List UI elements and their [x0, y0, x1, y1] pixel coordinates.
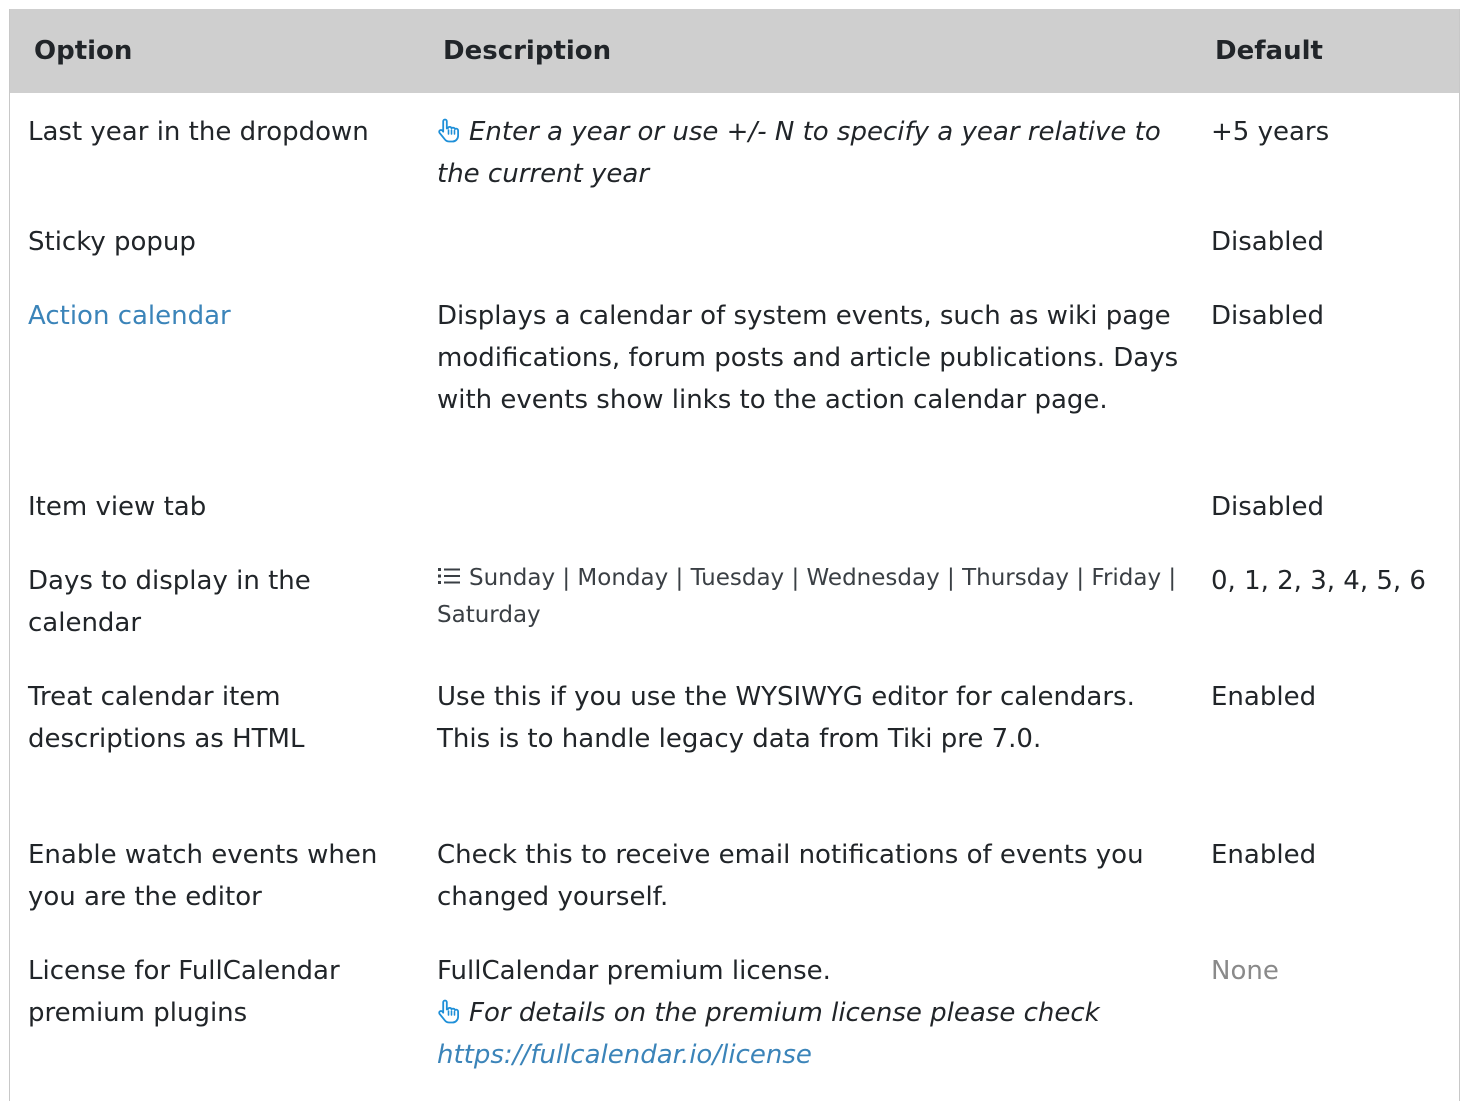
- table-row: Enable watch events when you are the edi…: [10, 830, 1459, 946]
- description-text: FullCalendar premium license.: [437, 956, 831, 986]
- action-calendar-link[interactable]: Action calendar: [28, 301, 231, 331]
- hint-text: Enter a year or use +/- N to specify a y…: [437, 117, 1161, 189]
- column-header-default[interactable]: Default: [1194, 9, 1459, 93]
- table-row: Sticky popup Disabled: [10, 208, 1459, 282]
- days-list: Sunday | Monday | Tuesday | Wednesday | …: [437, 565, 1177, 628]
- option-name: Treat calendar item descriptions as HTML: [28, 682, 305, 754]
- option-name: Enable watch events when you are the edi…: [28, 840, 378, 912]
- default-value: None: [1211, 956, 1279, 986]
- default-value: +5 years: [1211, 117, 1330, 147]
- option-description: Displays a calendar of system events, su…: [437, 301, 1179, 415]
- pointing-hand-icon: [437, 114, 461, 143]
- option-name: Days to display in the calendar: [28, 566, 311, 638]
- option-name: Sticky popup: [28, 227, 196, 257]
- table-row: Treat calendar item descriptions as HTML…: [10, 672, 1459, 830]
- default-value: Disabled: [1211, 301, 1324, 331]
- option-name: Action calendar: [10, 282, 419, 482]
- option-description: Check this to receive email notification…: [437, 840, 1144, 912]
- table-header-row: Option Description Default: [10, 9, 1459, 93]
- default-value: Disabled: [1211, 492, 1324, 522]
- option-description: [419, 482, 1194, 556]
- table-row: Item view tab Disabled: [10, 482, 1459, 556]
- default-value: Enabled: [1211, 682, 1317, 712]
- table-row: Last year in the dropdown Enter a year o…: [10, 93, 1459, 208]
- preferences-table: Option Description Default Last year in …: [10, 9, 1459, 1076]
- list-icon: [437, 562, 461, 584]
- table-row: Days to display in the calendar Sunday |…: [10, 556, 1459, 672]
- pointing-hand-icon: [437, 995, 461, 1024]
- days-options: Sunday | Monday | Tuesday | Wednesday | …: [437, 560, 1180, 634]
- default-value: Enabled: [1211, 840, 1317, 870]
- option-name: Item view tab: [28, 492, 207, 522]
- hint-prefix: For details on the premium license pleas…: [469, 998, 1100, 1028]
- option-name: Last year in the dropdown: [28, 117, 369, 147]
- option-description: Enter a year or use +/- N to specify a y…: [419, 93, 1194, 208]
- option-description: Sunday | Monday | Tuesday | Wednesday | …: [419, 556, 1194, 672]
- hint-text: For details on the premium license pleas…: [437, 992, 1180, 1076]
- table-row: License for FullCalendar premium plugins…: [10, 946, 1459, 1076]
- default-value: Disabled: [1211, 227, 1324, 257]
- table-row: Action calendar Displays a calendar of s…: [10, 282, 1459, 482]
- default-value: 0, 1, 2, 3, 4, 5, 6: [1211, 566, 1426, 596]
- option-name: License for FullCalendar premium plugins: [28, 956, 340, 1028]
- option-description: [419, 208, 1194, 282]
- fullcalendar-license-link[interactable]: https://fullcalendar.io/license: [437, 1040, 812, 1070]
- column-header-option[interactable]: Option: [10, 9, 419, 93]
- column-header-description[interactable]: Description: [419, 9, 1194, 93]
- option-description: FullCalendar premium license. For detail…: [419, 946, 1194, 1076]
- option-description: Use this if you use the WYSIWYG editor f…: [437, 682, 1135, 754]
